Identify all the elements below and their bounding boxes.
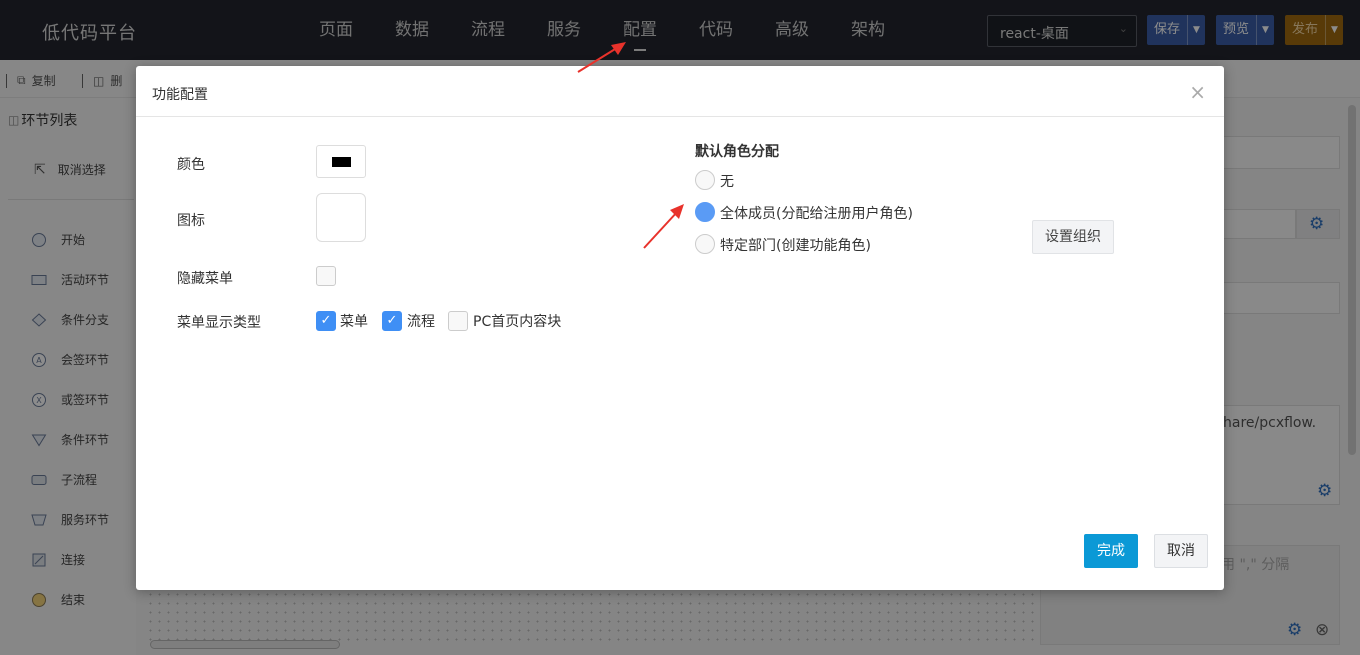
done-button[interactable]: 完成 bbox=[1084, 534, 1138, 568]
menu-type-checkbox-menu[interactable]: ✓ bbox=[316, 311, 336, 331]
role-radio-department[interactable] bbox=[695, 234, 715, 254]
menu-type-checkbox-flow[interactable]: ✓ bbox=[382, 311, 402, 331]
hide-menu-checkbox[interactable] bbox=[316, 266, 336, 286]
icon-label: 图标 bbox=[177, 213, 205, 229]
role-option-label: 特定部门(创建功能角色) bbox=[720, 238, 871, 254]
menu-type-option-label: 流程 bbox=[407, 314, 435, 330]
color-swatch-fill bbox=[332, 157, 351, 167]
color-picker[interactable] bbox=[316, 145, 366, 178]
role-option-label: 无 bbox=[720, 174, 734, 190]
set-organization-button[interactable]: 设置组织 bbox=[1032, 220, 1114, 254]
icon-picker[interactable] bbox=[316, 193, 366, 242]
menu-type-label: 菜单显示类型 bbox=[177, 315, 261, 331]
cancel-button[interactable]: 取消 bbox=[1154, 534, 1208, 568]
role-radio-none[interactable] bbox=[695, 170, 715, 190]
menu-type-option-label: 菜单 bbox=[340, 314, 368, 330]
color-label: 颜色 bbox=[177, 157, 205, 173]
close-icon[interactable]: × bbox=[1189, 80, 1206, 104]
menu-type-checkbox-pc-home[interactable] bbox=[448, 311, 468, 331]
menu-type-option-label: PC首页内容块 bbox=[473, 314, 562, 330]
role-section-title: 默认角色分配 bbox=[695, 144, 779, 160]
dialog-header: 功能配置 × bbox=[136, 66, 1224, 117]
role-option-label: 全体成员(分配给注册用户角色) bbox=[720, 206, 913, 222]
function-config-dialog: 功能配置 × 颜色 图标 隐藏菜单 菜单显示类型 ✓ 菜单 ✓ 流程 PC首页内… bbox=[136, 66, 1224, 590]
role-radio-all-members[interactable] bbox=[695, 202, 715, 222]
hide-menu-label: 隐藏菜单 bbox=[177, 271, 233, 287]
dialog-title: 功能配置 bbox=[152, 87, 208, 103]
